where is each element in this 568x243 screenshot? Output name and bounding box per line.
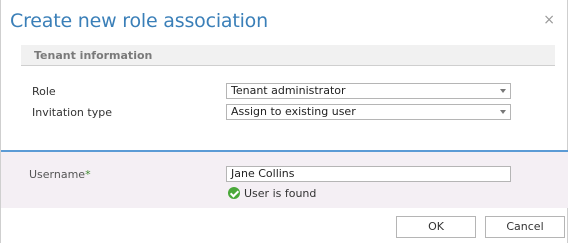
cancel-button[interactable]: Cancel (485, 216, 565, 238)
username-input[interactable]: Jane Collins (226, 166, 511, 182)
invitation-type-value: Assign to existing user (231, 105, 356, 118)
user-section: Username* Jane Collins User is found (1, 150, 568, 208)
chevron-down-icon (500, 110, 506, 114)
role-label: Role (32, 85, 56, 98)
ok-button[interactable]: OK (396, 216, 476, 238)
invitation-type-label: Invitation type (32, 106, 112, 119)
tenant-section-title: Tenant information (34, 49, 153, 62)
username-label-text: Username (29, 168, 86, 181)
tenant-section-header: Tenant information (21, 45, 555, 66)
role-select-value: Tenant administrator (231, 84, 346, 97)
role-association-dialog: Create new role association × Tenant inf… (0, 0, 568, 243)
close-icon[interactable]: × (543, 12, 555, 28)
section-divider (21, 65, 555, 66)
required-mark: * (85, 168, 91, 181)
chevron-down-icon (500, 89, 506, 93)
check-circle-icon (228, 187, 240, 199)
user-found-status: User is found (228, 187, 316, 200)
username-label: Username* (29, 168, 91, 181)
role-select[interactable]: Tenant administrator (226, 83, 511, 99)
user-found-text: User is found (244, 187, 317, 200)
dialog-title: Create new role association (10, 10, 268, 32)
invitation-type-select[interactable]: Assign to existing user (226, 104, 511, 120)
